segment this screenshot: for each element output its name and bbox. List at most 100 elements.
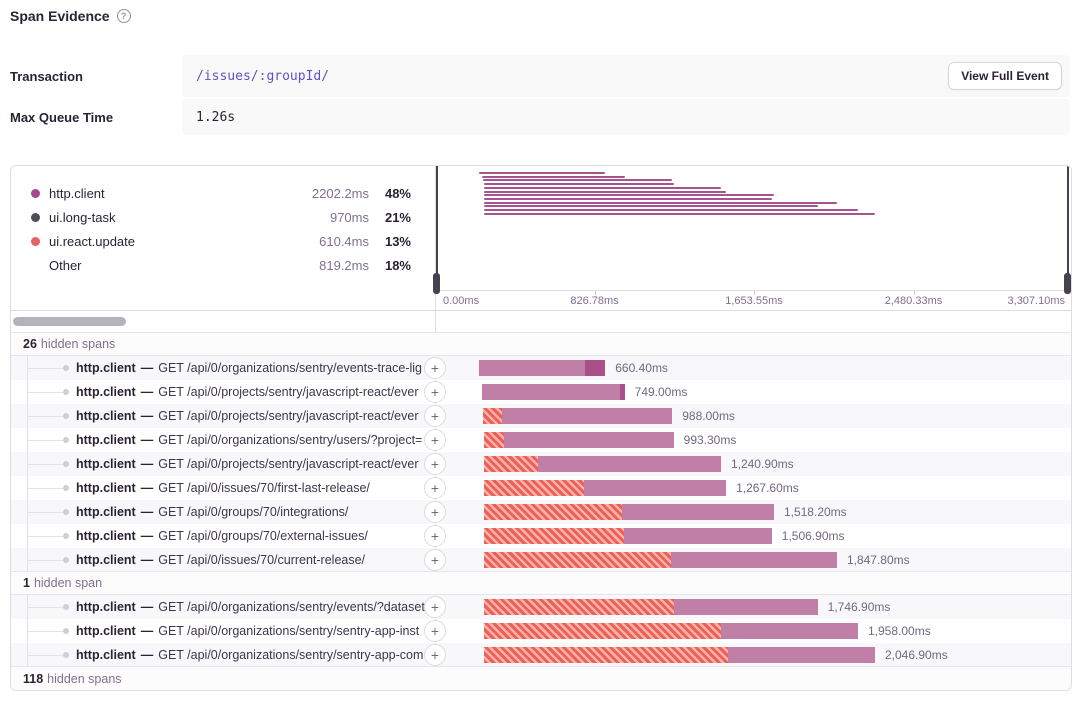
- span-op-separator: —: [141, 385, 154, 399]
- span-duration-bar: [483, 408, 672, 424]
- span-op: http.client: [76, 385, 136, 399]
- span-op-separator: —: [141, 624, 154, 638]
- max-queue-time-row: Max Queue Time 1.26s: [0, 99, 1083, 135]
- horizontal-scrollbar[interactable]: [13, 317, 126, 326]
- span-row[interactable]: http.client—GET /api/0/organizations/sen…: [11, 595, 1071, 619]
- span-duration-chart: 660.40ms: [435, 356, 1071, 380]
- span-op: http.client: [76, 553, 136, 567]
- minimap-span-bar: [484, 209, 858, 211]
- span-op-separator: —: [141, 481, 154, 495]
- minimap-right-drag-handle[interactable]: [1064, 166, 1071, 294]
- hidden-spans-row[interactable]: 1hidden span: [11, 571, 1071, 595]
- span-op-separator: —: [141, 361, 154, 375]
- span-duration-chart: 1,506.90ms: [435, 524, 1071, 548]
- hidden-spans-row[interactable]: 118hidden spans: [11, 666, 1071, 690]
- add-span-button[interactable]: +: [424, 405, 446, 427]
- span-url: GET /api/0/organizations/sentry/sentry-a…: [158, 648, 423, 662]
- span-duration-bar: [482, 384, 625, 400]
- span-evidence-page: Span Evidence ? Transaction /issues/:gro…: [0, 0, 1083, 706]
- span-row[interactable]: http.client—GET /api/0/projects/sentry/j…: [11, 404, 1071, 428]
- waterfall-minimap[interactable]: [435, 166, 1071, 290]
- tree-node-dot: [63, 437, 69, 443]
- span-url: GET /api/0/issues/70/current-release/: [158, 553, 365, 567]
- minimap-span-bar: [484, 187, 721, 189]
- span-op: http.client: [76, 409, 136, 423]
- minimap-span-bar: [484, 205, 818, 207]
- queue-time-segment: [484, 623, 721, 639]
- legend-percent: 13%: [369, 234, 411, 249]
- span-duration-label: 1,267.60ms: [736, 476, 799, 500]
- add-span-button[interactable]: +: [424, 357, 446, 379]
- tree-node-dot: [63, 461, 69, 467]
- tree-node-dot: [63, 604, 69, 610]
- span-row[interactable]: http.client—GET /api/0/issues/70/current…: [11, 548, 1071, 572]
- span-duration-bar: [484, 552, 837, 568]
- queue-time-segment: [484, 552, 671, 568]
- span-description: http.client—GET /api/0/organizations/sen…: [76, 428, 435, 452]
- span-duration-label: 993.30ms: [684, 428, 737, 452]
- minimap-left-drag-handle[interactable]: [433, 166, 440, 294]
- span-duration-label: 749.00ms: [635, 380, 688, 404]
- span-tree: 26hidden spans http.client — GET /api/0/org…: [11, 332, 1071, 690]
- add-span-button[interactable]: +: [424, 429, 446, 451]
- queue-time-segment: [484, 647, 728, 663]
- span-description: http.client — GET /api/0/projects/sentry/j…: [76, 452, 435, 476]
- span-tree-section: http.client—GET /api/0/organizations/sen…: [11, 356, 1071, 572]
- span-row[interactable]: http.client—GET /api/0/organizations/sen…: [11, 643, 1071, 667]
- span-op-separator: —: [141, 457, 154, 471]
- span-op-legend: http.client2202.2ms48%ui.long-task970ms2…: [11, 166, 435, 290]
- legend-percent: 18%: [369, 258, 411, 273]
- span-description: http.client—GET /api/0/projects/sentry/j…: [76, 404, 435, 428]
- add-span-button[interactable]: +: [424, 644, 446, 666]
- add-span-button[interactable]: +: [424, 549, 446, 571]
- span-duration-chart: 1,847.80ms: [435, 548, 1071, 572]
- span-url: GET /api/0/projects/sentry/javascript-re…: [158, 409, 418, 423]
- span-url: GET /api/0/organizations/sentry/sentry-a…: [158, 624, 419, 638]
- span-row[interactable]: http.client—GET /api/0/groups/70/externa…: [11, 524, 1071, 548]
- span-duration-chart: 993.30ms: [435, 428, 1071, 452]
- minimap-span-bar: [484, 183, 674, 185]
- span-url: GET /api/0/projects/sentry/javascript-re…: [158, 457, 418, 471]
- span-row[interactable]: http.client—GET /api/0/organizations/sen…: [11, 356, 1071, 380]
- help-question-icon[interactable]: ?: [117, 9, 131, 23]
- add-span-button[interactable]: +: [424, 453, 446, 475]
- queue-time-segment: [484, 456, 538, 472]
- add-span-button[interactable]: +: [424, 381, 446, 403]
- span-op: http.client: [76, 433, 136, 447]
- add-span-button[interactable]: +: [424, 620, 446, 642]
- view-full-event-button[interactable]: View Full Event: [948, 62, 1062, 90]
- hidden-spans-row[interactable]: 26hidden spans: [11, 332, 1071, 356]
- page-title: Span Evidence: [10, 8, 110, 24]
- hidden-spans-label: hidden spans: [41, 337, 115, 351]
- span-duration-bar: [484, 432, 674, 448]
- tree-node-dot: [63, 557, 69, 563]
- span-description: http.client—GET /api/0/organizations/sen…: [76, 356, 435, 380]
- tree-connector-horizontal: [27, 440, 65, 441]
- legend-color-dot: [31, 237, 40, 246]
- span-row[interactable]: http.client—GET /api/0/issues/70/first-l…: [11, 476, 1071, 500]
- max-queue-time-label: Max Queue Time: [0, 99, 182, 135]
- span-op: http.client: [76, 457, 136, 471]
- tree-node-dot: [63, 389, 69, 395]
- span-row[interactable]: http.client — GET /api/0/projects/sentry/j…: [11, 380, 1071, 404]
- add-span-button[interactable]: +: [424, 501, 446, 523]
- span-row[interactable]: http.client—GET /api/0/organizations/sen…: [11, 428, 1071, 452]
- tree-connector-horizontal: [27, 416, 65, 417]
- span-op: http.client: [76, 624, 136, 638]
- span-url: GET /api/0/projects/sentry/javascript-re…: [158, 385, 418, 399]
- hidden-spans-label: hidden spans: [47, 672, 121, 686]
- minimap-span-bar: [484, 191, 726, 193]
- add-span-button[interactable]: +: [424, 477, 446, 499]
- span-description: http.client — GET /api/0/projects/sentry/j…: [76, 380, 435, 404]
- legend-op-label: Other: [49, 258, 289, 273]
- queue-time-segment: [484, 528, 624, 544]
- add-span-button[interactable]: +: [424, 525, 446, 547]
- legend-duration: 819.2ms: [289, 258, 369, 273]
- span-duration-bar: [484, 504, 774, 520]
- span-row[interactable]: http.client — GET /api/0/organizations/sen…: [11, 619, 1071, 643]
- span-row[interactable]: http.client — GET /api/0/projects/sentry/j…: [11, 452, 1071, 476]
- span-op-separator: —: [141, 648, 154, 662]
- span-row[interactable]: http.client—GET /api/0/groups/70/integra…: [11, 500, 1071, 524]
- add-span-button[interactable]: +: [424, 596, 446, 618]
- minimap-span-bar: [484, 202, 837, 204]
